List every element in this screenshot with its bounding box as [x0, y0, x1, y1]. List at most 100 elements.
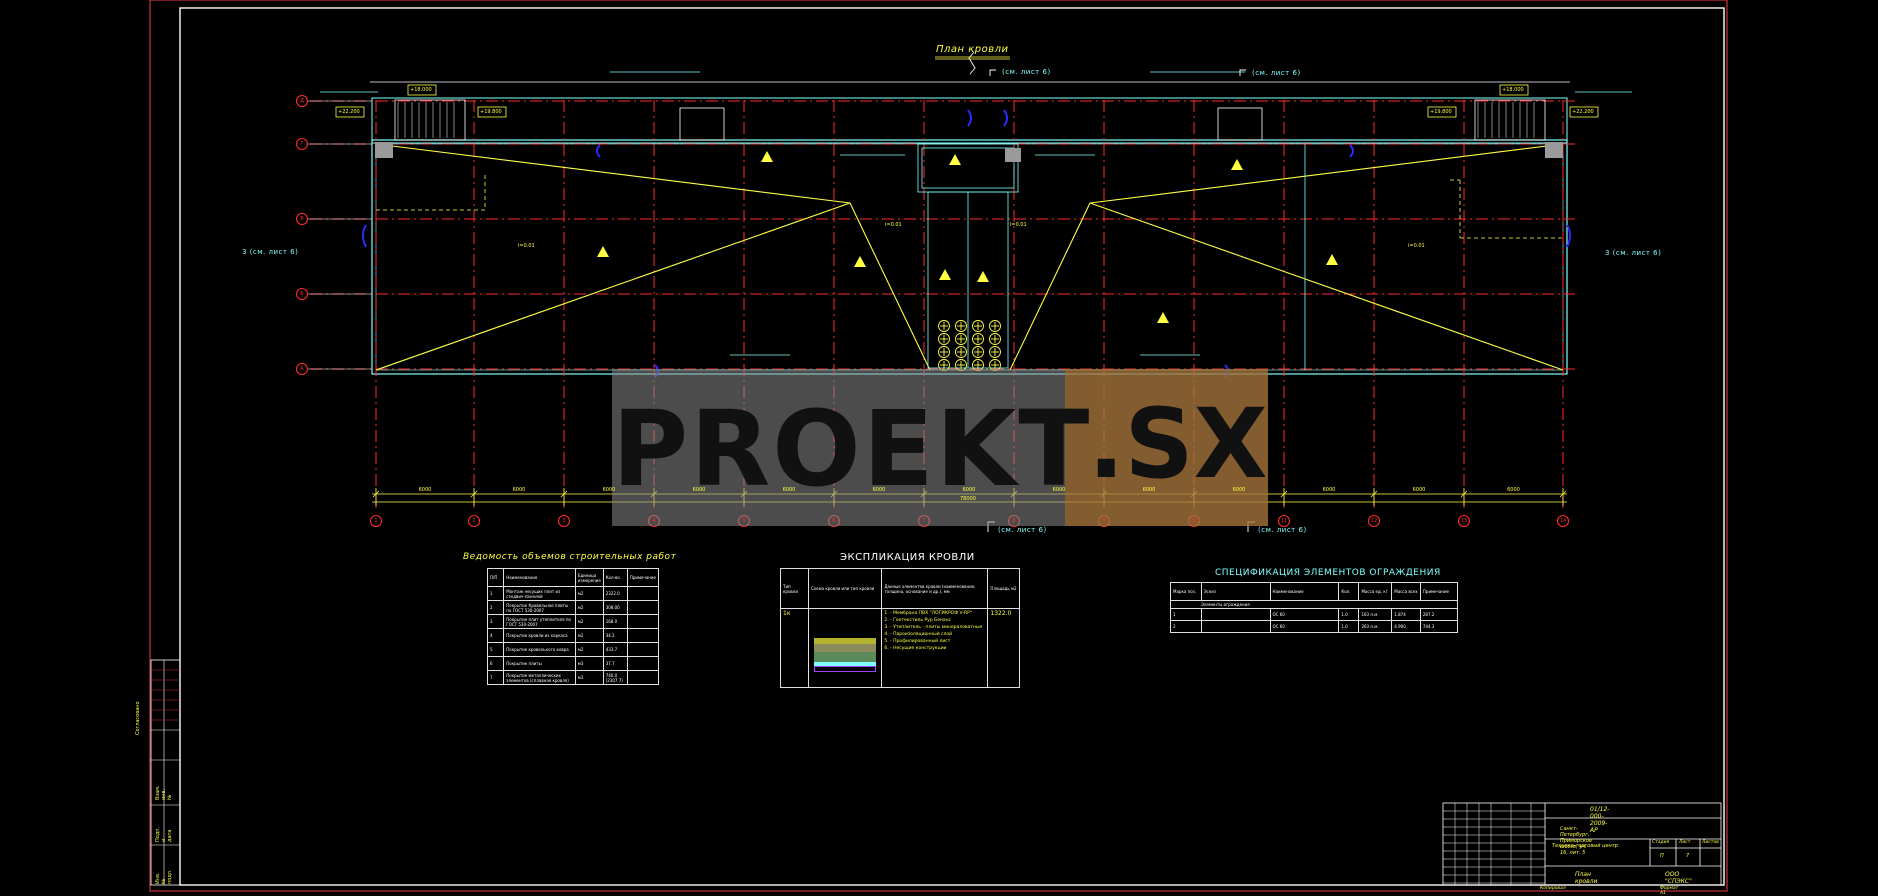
- table-cell: [1200, 608, 1271, 621]
- roof-layers: 1. - Мембрана ПВХ "ЛОГИКРОФ V-RP" 2. - Ге…: [881, 608, 989, 688]
- header-cell: Единица измерения: [574, 568, 604, 587]
- watermark-suffix: .SX: [1088, 388, 1268, 500]
- table-row: 3 Покрытие плит утеплителя по ГОСТ 530-20…: [486, 614, 660, 629]
- table-cell: [626, 656, 660, 671]
- table-cell: 163 п.м.: [1358, 608, 1393, 621]
- table-cell: 740.0 (2307.7): [602, 670, 628, 685]
- table-cell: 168.0: [602, 614, 628, 629]
- table-cell: ОС 60: [1269, 620, 1340, 633]
- header-cell: Эскиз: [1200, 582, 1271, 601]
- table-cell: 37.7: [602, 656, 628, 671]
- watermark-main: PROEKT: [612, 388, 1092, 510]
- header-cell: Примечание: [626, 568, 660, 587]
- header-cell: Кол-во: [602, 568, 628, 587]
- table-cell: Покрытие плит утеплителя по ГОСТ 530-200…: [503, 614, 576, 629]
- table-cell: м2: [574, 586, 604, 601]
- roof-layer: 1. - Мембрана ПВХ "ЛОГИКРОФ V-RP": [884, 611, 972, 616]
- header-cell: Данные элементов кровли (наименование, т…: [881, 568, 989, 609]
- table-row: 2 ОС 60 1.0 263 п.м. 4.900 744.3: [1170, 620, 1459, 633]
- ref-left-side: 3 (см. лист 6): [242, 248, 299, 256]
- fence-table-title: СПЕЦИФИКАЦИЯ ЭЛЕМЕНТОВ ОГРАЖДЕНИЯ: [1215, 568, 1441, 578]
- table-cell: 744.3: [1419, 620, 1459, 633]
- table-cell: м2: [574, 642, 604, 657]
- table-row: 4 Покрытие кровли из каркаса м2 34.2: [486, 628, 660, 643]
- roof-type: 1к: [780, 608, 809, 688]
- header-cell: Масса всех: [1391, 582, 1421, 601]
- table-cell: [626, 600, 660, 615]
- table-cell: 308.00: [602, 600, 628, 615]
- side-stamp: [150, 659, 181, 886]
- table-cell: 433.7: [602, 642, 628, 657]
- table-row: 7 Покрытие металлических элементов (сплав…: [486, 670, 660, 685]
- table-cell: ОС 60: [1269, 608, 1340, 621]
- axis-rows: [310, 100, 1575, 370]
- table-row: 2 Покрытие Кровельное плиты по ГОСТ 530-2…: [486, 600, 660, 615]
- table-cell: 4.900: [1391, 620, 1421, 633]
- table-cell: Покрытие плиты: [503, 656, 576, 671]
- table-cell: м3: [574, 670, 604, 685]
- header-cell: Масса ед. кг: [1358, 582, 1393, 601]
- table-cell: 1.0: [1338, 620, 1360, 633]
- table-cell: 1.874: [1391, 608, 1421, 621]
- table-cell: [626, 642, 660, 657]
- ref-top-left: (см. лист 6): [1002, 68, 1051, 76]
- fence-group: Элементы ограждения: [1170, 600, 1458, 609]
- roof-layer: 3. - Утеплитель - плиты минераловатные: [884, 625, 983, 630]
- ref-top-right: (см. лист 6): [1252, 69, 1301, 77]
- roof-layer: 2. - Геотекстиль Рур Бенанс: [884, 618, 952, 623]
- table-cell: 3: [486, 614, 505, 629]
- table-cell: [626, 670, 660, 685]
- table-cell: 2: [1170, 620, 1202, 633]
- table-cell: м2: [574, 628, 604, 643]
- works-table-title: Ведомость объемов строительных работ: [463, 552, 677, 562]
- table-cell: м2: [574, 600, 604, 615]
- table-cell: 6: [486, 656, 505, 671]
- table-cell: 1: [486, 586, 505, 601]
- table-row: 1 Монтаж несущих плит из сэндвич-панелей м…: [486, 586, 660, 601]
- table-cell: Покрытие металлических элементов (сплавн…: [503, 670, 576, 685]
- table-cell: [626, 628, 660, 643]
- roof-layer: 4. - Пароизоляционный слой: [884, 632, 953, 637]
- header-cell: П/П: [486, 568, 505, 587]
- works-table: П/П Наименование Единица измерения Кол-в…: [486, 568, 660, 685]
- table-row: 5 Покрытие кровельного ковра м2 433.7: [486, 642, 660, 657]
- table-cell: 34.2: [602, 628, 628, 643]
- ref-bottom-right: (см. лист 6): [1258, 526, 1307, 534]
- ref-bottom-left: (см. лист 6): [998, 526, 1047, 534]
- table-cell: Покрытие кровли из каркаса: [503, 628, 576, 643]
- table-row: 6 Покрытие плиты м3 37.7: [486, 656, 660, 671]
- roof-layer: 6. - Несущие конструкции: [884, 646, 947, 651]
- table-cell: 4: [486, 628, 505, 643]
- table-cell: [626, 614, 660, 629]
- table-cell: 2322.0: [602, 586, 628, 601]
- table-cell: 5: [486, 642, 505, 657]
- table-cell: 2: [486, 600, 505, 615]
- table-cell: м2: [574, 614, 604, 629]
- table-cell: [626, 586, 660, 601]
- fence-table: Марка поз. Эскиз Наименование Кол. Масса…: [1170, 582, 1459, 633]
- header-cell: Наименование: [1269, 582, 1340, 601]
- roof-area: 1322.0: [987, 608, 1020, 688]
- title-block: [1442, 802, 1722, 886]
- header-cell: Тип кровли: [780, 568, 809, 609]
- header-cell: Площадь м2: [987, 568, 1020, 609]
- roof-table-title: ЭКСПЛИКАЦИЯ КРОВЛИ: [840, 552, 975, 563]
- table-row: 1 ОС 60 1.0 163 п.м. 1.874 287.2: [1170, 608, 1459, 621]
- roof-table: Тип кровли Схема кровли или тип кровли Д…: [780, 568, 1020, 688]
- table-cell: 1.0: [1338, 608, 1360, 621]
- ref-right-side: 3 (см. лист 6): [1605, 249, 1662, 257]
- roof-scheme: [807, 608, 883, 688]
- drawing-title: План кровли: [936, 44, 1009, 55]
- table-cell: Покрытие кровельного ковра: [503, 642, 576, 657]
- table-cell: 263 п.м.: [1358, 620, 1393, 633]
- header-cell: Марка поз.: [1170, 582, 1202, 601]
- table-cell: 1: [1170, 608, 1202, 621]
- header-cell: Примечание: [1419, 582, 1459, 601]
- table-cell: 7: [486, 670, 505, 685]
- table-cell: [1200, 620, 1271, 633]
- table-cell: Монтаж несущих плит из сэндвич-панелей: [503, 586, 576, 601]
- table-cell: м3: [574, 656, 604, 671]
- header-cell: Схема кровли или тип кровли: [807, 568, 883, 609]
- table-cell: 287.2: [1419, 608, 1459, 621]
- header-cell: Наименование: [503, 568, 576, 587]
